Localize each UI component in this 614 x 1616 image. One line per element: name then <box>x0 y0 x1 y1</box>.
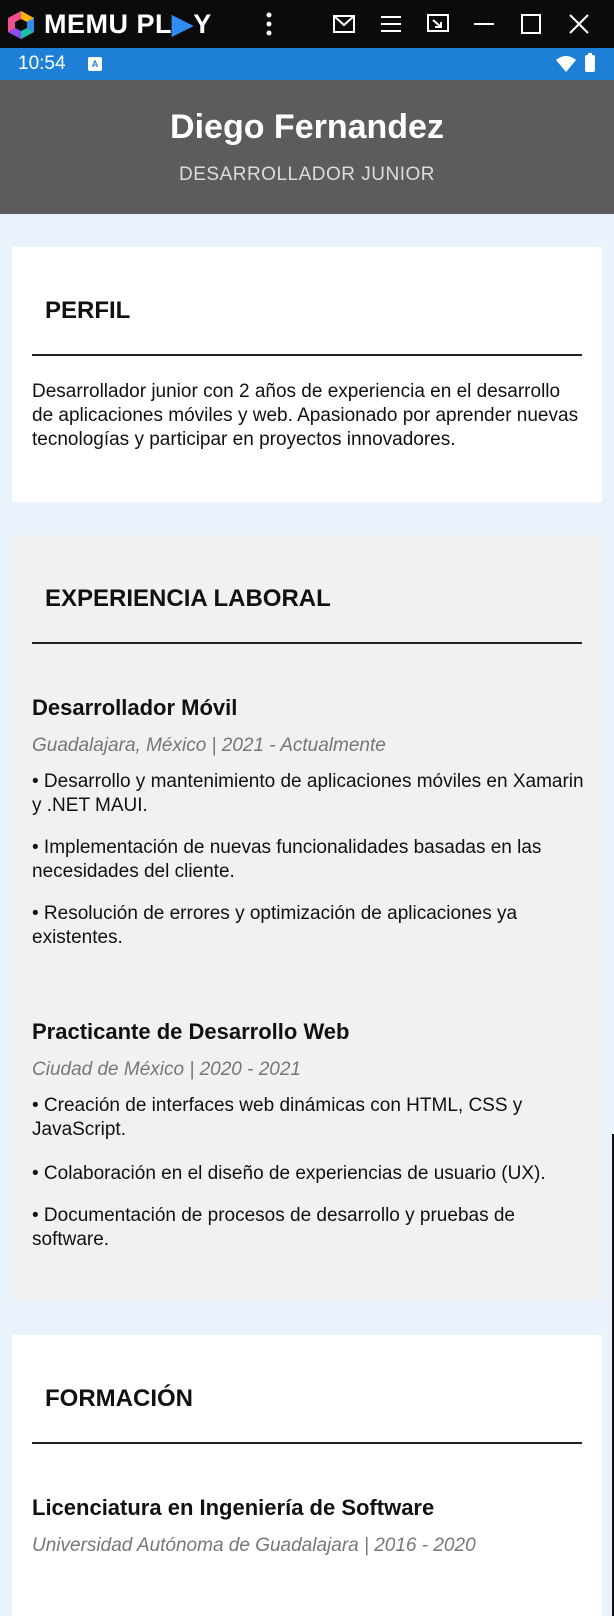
perfil-section: PERFIL Desarrollador junior con 2 años d… <box>12 247 602 502</box>
section-divider <box>32 354 582 356</box>
job-meta: Guadalajara, México | 2021 - Actualmente <box>32 735 386 756</box>
perfil-text: Desarrollador junior con 2 años de exper… <box>32 381 579 450</box>
menu-icon[interactable] <box>377 10 405 38</box>
section-title: PERFIL <box>45 297 131 324</box>
section-divider <box>32 642 582 644</box>
mail-icon[interactable] <box>330 10 358 38</box>
emulator-title-bar: MEMU PL▶Y <box>0 0 614 48</box>
wifi-icon <box>556 56 576 72</box>
job-bullet: • Documentación de procesos de desarroll… <box>32 1205 515 1250</box>
experiencia-section: EXPERIENCIA LABORAL Desarrollador Móvil … <box>12 535 602 1300</box>
formacion-section: FORMACIÓN Licenciatura en Ingeniería de … <box>12 1335 602 1616</box>
job-bullet: • Colaboración en el diseño de experienc… <box>32 1163 546 1184</box>
maximize-icon[interactable] <box>517 10 545 38</box>
job-bullet: • Creación de interfaces web dinámicas c… <box>32 1095 523 1140</box>
profile-header: Diego Fernandez DESARROLLADOR JUNIOR <box>0 80 614 214</box>
job-title: Practicante de Desarrollo Web <box>32 1019 350 1044</box>
section-divider <box>32 1442 582 1444</box>
section-title: FORMACIÓN <box>45 1385 193 1412</box>
section-title: EXPERIENCIA LABORAL <box>45 585 331 612</box>
emulator-brand: MEMU PL▶Y <box>44 9 212 39</box>
profile-role: DESARROLLADOR JUNIOR <box>179 164 435 185</box>
degree-meta: Universidad Autónoma de Guadalajara | 20… <box>32 1535 476 1556</box>
status-time: 10:54 <box>18 53 66 74</box>
more-vert-icon[interactable] <box>255 10 283 38</box>
job-title: Desarrollador Móvil <box>32 695 238 720</box>
screen-icon[interactable] <box>424 10 452 38</box>
android-status-bar: 10:54 A <box>0 48 614 80</box>
degree-title: Licenciatura en Ingeniería de Software <box>32 1495 435 1520</box>
job-bullet: • Resolución de errores y optimización d… <box>32 903 518 948</box>
profile-name: Diego Fernandez <box>170 108 444 146</box>
close-icon[interactable] <box>565 10 593 38</box>
minimize-icon[interactable] <box>470 10 498 38</box>
battery-icon <box>585 53 595 72</box>
notification-icon: A <box>88 57 102 71</box>
memu-logo-icon <box>8 11 34 39</box>
job-bullet: • Desarrollo y mantenimiento de aplicaci… <box>32 771 584 816</box>
job-meta: Ciudad de México | 2020 - 2021 <box>32 1059 301 1080</box>
job-bullet: • Implementación de nuevas funcionalidad… <box>32 837 542 882</box>
brand-play-arrow: ▶ <box>172 9 194 39</box>
